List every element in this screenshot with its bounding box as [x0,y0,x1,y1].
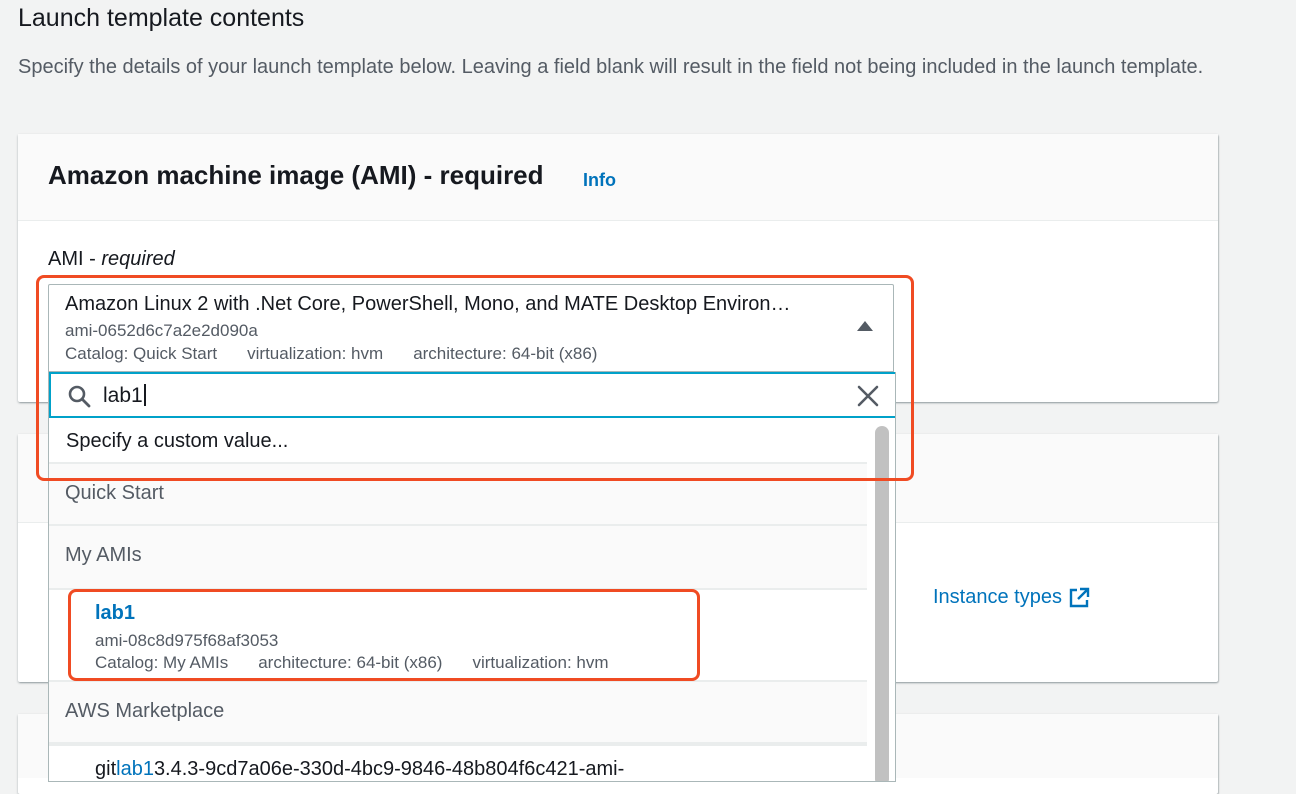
external-link-icon [1069,587,1090,607]
ami-field-label: AMI - required [48,248,175,271]
ami-panel-header: Amazon machine image (AMI) - required In… [18,134,1218,221]
ami-select[interactable]: Amazon Linux 2 with .Net Core, PowerShel… [48,284,894,372]
selected-ami-tag: architecture: 64-bit (x86) [413,344,598,363]
group-header-my-amis: My AMIs [49,526,867,590]
ami-option-tags: Catalog: My AMIs architecture: 64-bit (x… [95,653,609,673]
marketplace-option[interactable]: gitlab13.4.3-9cd7a06e-330d-4bc9-9846-48b… [49,744,867,781]
marketplace-name-match: lab1 [116,758,154,780]
ami-panel-title: Amazon machine image (AMI) - required [48,160,544,190]
selected-ami-tag: Catalog: Quick Start [65,344,218,363]
selected-ami-id: ami-0652d6c7a2e2d090a [65,321,258,340]
ami-option-tag: virtualization: hvm [472,653,609,672]
search-input-value: lab1 [103,384,146,408]
selected-ami-tags: Catalog: Quick Start virtualization: hvm… [65,344,597,364]
ami-option-id: ami-08c8d975f68af3053 [95,631,279,650]
instance-types-link-label: Instance types [933,586,1062,608]
marketplace-name-prefix: git [95,758,117,780]
caret-up-icon[interactable] [857,321,873,331]
selected-ami-tag: virtualization: hvm [247,344,384,363]
page-description: Specify the details of your launch templ… [18,56,1204,78]
close-icon[interactable] [857,385,879,407]
info-link[interactable]: Info [583,170,616,191]
selected-ami-name: Amazon Linux 2 with .Net Core, PowerShel… [65,293,791,315]
custom-value-option[interactable]: Specify a custom value... [49,418,867,464]
scrollbar-thumb[interactable] [875,426,889,781]
search-input[interactable]: lab1 [49,372,895,418]
ami-field-required-text: required [101,248,175,270]
ami-field-label-text: AMI - [48,248,102,270]
text-cursor [143,384,146,406]
ami-option-name: lab1 [95,602,136,624]
instance-types-link[interactable]: Instance types [933,586,1090,609]
ami-option-lab1[interactable]: lab1 ami-08c8d975f68af3053 Catalog: My A… [49,590,867,682]
page-title: Launch template contents [18,4,305,32]
ami-option-tag: architecture: 64-bit (x86) [258,653,443,672]
ami-dropdown: lab1 Specify a custom value... Quick Sta… [48,372,896,782]
marketplace-name-suffix: 3.4.3-9cd7a06e-330d-4bc9-9846-48b804f6c4… [153,758,625,780]
search-value-text: lab1 [103,384,143,407]
group-header-aws-marketplace: AWS Marketplace [49,682,867,744]
group-header-quick-start: Quick Start [49,464,867,526]
search-icon [68,385,91,408]
ami-option-tag: Catalog: My AMIs [95,653,229,672]
